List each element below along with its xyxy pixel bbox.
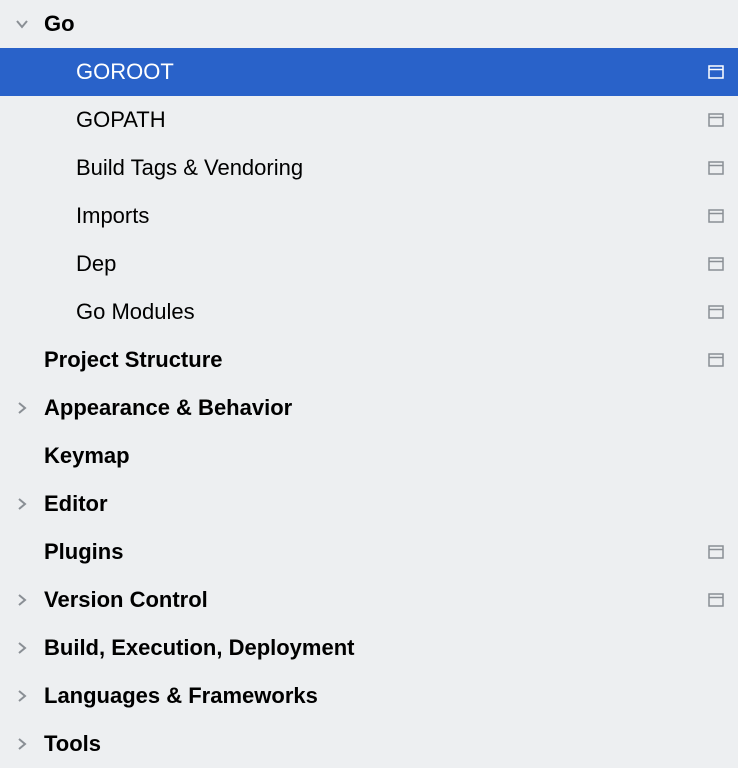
chevron-right-icon <box>0 593 44 607</box>
tree-label: GOROOT <box>0 59 700 85</box>
tree-item-go-modules[interactable]: Go Modules <box>0 288 738 336</box>
chevron-right-icon <box>0 401 44 415</box>
chevron-right-icon <box>0 689 44 703</box>
chevron-down-icon <box>0 17 44 31</box>
chevron-right-icon <box>0 497 44 511</box>
tree-label: Project Structure <box>44 347 700 373</box>
tree-label: Plugins <box>44 539 700 565</box>
tree-item-go[interactable]: Go <box>0 0 738 48</box>
tree-label: Version Control <box>44 587 700 613</box>
project-scope-icon <box>708 353 724 367</box>
tree-item-gopath[interactable]: GOPATH <box>0 96 738 144</box>
project-scope-icon <box>708 209 724 223</box>
tree-label: Go <box>44 11 724 37</box>
tree-label: Go Modules <box>0 299 700 325</box>
tree-item-dep[interactable]: Dep <box>0 240 738 288</box>
tree-label: Build Tags & Vendoring <box>0 155 700 181</box>
tree-label: Build, Execution, Deployment <box>44 635 724 661</box>
tree-label: Languages & Frameworks <box>44 683 724 709</box>
tree-item-build[interactable]: Build, Execution, Deployment <box>0 624 738 672</box>
tree-item-build-tags[interactable]: Build Tags & Vendoring <box>0 144 738 192</box>
tree-item-version-control[interactable]: Version Control <box>0 576 738 624</box>
tree-label: Editor <box>44 491 724 517</box>
project-scope-icon <box>708 593 724 607</box>
settings-tree: Go GOROOT GOPATH Build Tags & Vendoring … <box>0 0 738 768</box>
tree-label: Dep <box>0 251 700 277</box>
tree-item-languages[interactable]: Languages & Frameworks <box>0 672 738 720</box>
tree-item-keymap[interactable]: Keymap <box>0 432 738 480</box>
project-scope-icon <box>708 257 724 271</box>
project-scope-icon <box>708 305 724 319</box>
tree-item-editor[interactable]: Editor <box>0 480 738 528</box>
tree-item-tools[interactable]: Tools <box>0 720 738 768</box>
project-scope-icon <box>708 545 724 559</box>
project-scope-icon <box>708 65 724 79</box>
chevron-right-icon <box>0 737 44 751</box>
tree-label: Appearance & Behavior <box>44 395 724 421</box>
tree-label: Keymap <box>44 443 724 469</box>
tree-item-plugins[interactable]: Plugins <box>0 528 738 576</box>
tree-item-imports[interactable]: Imports <box>0 192 738 240</box>
project-scope-icon <box>708 113 724 127</box>
tree-label: GOPATH <box>0 107 700 133</box>
tree-item-appearance[interactable]: Appearance & Behavior <box>0 384 738 432</box>
tree-item-goroot[interactable]: GOROOT <box>0 48 738 96</box>
tree-label: Imports <box>0 203 700 229</box>
tree-label: Tools <box>44 731 724 757</box>
chevron-right-icon <box>0 641 44 655</box>
tree-item-project-structure[interactable]: Project Structure <box>0 336 738 384</box>
project-scope-icon <box>708 161 724 175</box>
